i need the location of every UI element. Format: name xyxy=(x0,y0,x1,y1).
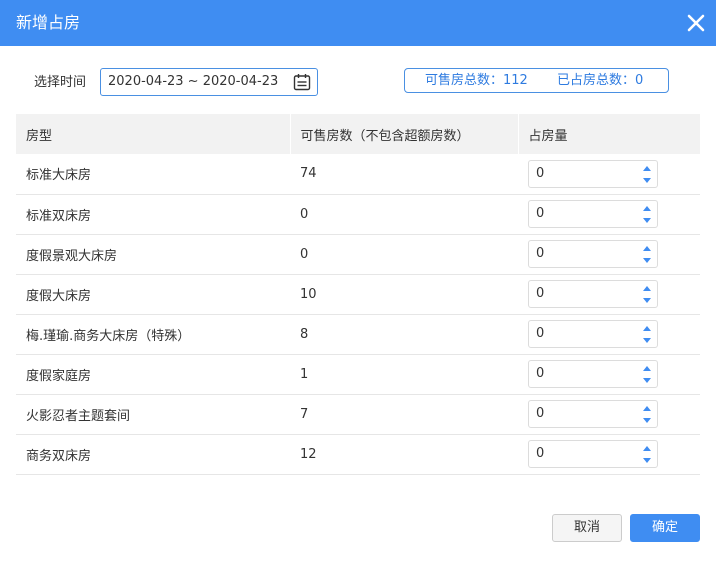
dialog-titlebar: 新增占房 xyxy=(0,0,716,46)
decrement-arrow-icon[interactable] xyxy=(642,255,652,265)
increment-arrow-icon[interactable] xyxy=(642,444,652,454)
dialog-body: 选择时间 2020-04-23 ~ 2020-04-23 可售房总数：112 已… xyxy=(0,46,716,569)
occupy-cell: 0 xyxy=(518,394,700,435)
occupy-cell: 0 xyxy=(518,434,700,475)
decrement-arrow-icon[interactable] xyxy=(642,295,652,305)
room-type-cell: 度假景观大床房 xyxy=(16,234,290,275)
available-total: 可售房总数：112 xyxy=(425,73,528,88)
occupy-stepper[interactable]: 0 xyxy=(528,240,658,268)
room-type-cell: 梅.瑾瑜.商务大床房（特殊） xyxy=(16,314,290,355)
occupy-value: 0 xyxy=(536,326,545,341)
header-occupy: 占房量 xyxy=(517,114,700,154)
available-cell: 74 xyxy=(290,154,518,195)
cancel-button[interactable]: 取消 xyxy=(552,514,622,542)
occupy-value: 0 xyxy=(536,246,545,261)
decrement-arrow-icon[interactable] xyxy=(642,415,652,425)
available-cell: 8 xyxy=(290,314,518,355)
occupy-cell: 0 xyxy=(518,194,700,235)
occupy-cell: 0 xyxy=(518,154,700,195)
decrement-arrow-icon[interactable] xyxy=(642,455,652,465)
table-row: 度假大床房 10 0 xyxy=(16,274,700,315)
occupy-value: 0 xyxy=(536,446,545,461)
decrement-arrow-icon[interactable] xyxy=(642,215,652,225)
occupy-cell: 0 xyxy=(518,354,700,395)
room-stats-box: 可售房总数：112 已占房总数：0 xyxy=(404,68,669,93)
room-type-cell: 商务双床房 xyxy=(16,434,290,475)
table-row: 标准大床房 74 0 xyxy=(16,154,700,195)
increment-arrow-icon[interactable] xyxy=(642,404,652,414)
available-cell: 0 xyxy=(290,234,518,275)
calendar-icon[interactable] xyxy=(293,73,311,91)
table-row: 度假景观大床房 0 0 xyxy=(16,234,700,275)
increment-arrow-icon[interactable] xyxy=(642,244,652,254)
occupy-cell: 0 xyxy=(518,314,700,355)
occupy-value: 0 xyxy=(536,165,545,181)
decrement-arrow-icon[interactable] xyxy=(642,375,652,385)
table-row: 标准双床房 0 0 xyxy=(16,194,700,235)
occupy-cell: 0 xyxy=(518,234,700,275)
available-cell: 0 xyxy=(290,194,518,235)
occupy-value: 0 xyxy=(536,286,545,301)
room-type-cell: 标准大床房 xyxy=(16,154,290,195)
occupy-stepper[interactable]: 0 xyxy=(528,200,658,228)
room-type-cell: 度假家庭房 xyxy=(16,354,290,395)
occupy-stepper[interactable]: 0 xyxy=(528,159,658,188)
decrement-arrow-icon[interactable] xyxy=(642,335,652,345)
table-row: 度假家庭房 1 0 xyxy=(16,354,700,395)
confirm-button[interactable]: 确定 xyxy=(630,514,700,542)
dialog-title: 新增占房 xyxy=(16,13,81,32)
occupy-stepper[interactable]: 0 xyxy=(528,280,658,308)
increment-arrow-icon[interactable] xyxy=(642,364,652,374)
room-type-cell: 火影忍者主题套间 xyxy=(16,394,290,435)
room-table: 房型 可售房数（不包含超额房数） 占房量 标准大床房 74 0 标准双床房 0 … xyxy=(16,114,700,475)
occupy-stepper[interactable]: 0 xyxy=(528,320,658,348)
available-cell: 7 xyxy=(290,394,518,435)
header-available: 可售房数（不包含超额房数） xyxy=(289,114,518,154)
increment-arrow-icon[interactable] xyxy=(642,324,652,334)
add-occupancy-dialog: 新增占房 选择时间 2020-04-23 ~ 2020-04-23 可售房总数：… xyxy=(0,0,716,569)
table-header-row: 房型 可售房数（不包含超额房数） 占房量 xyxy=(16,114,700,154)
occupy-stepper[interactable]: 0 xyxy=(528,400,658,428)
available-cell: 12 xyxy=(290,434,518,475)
table-row: 梅.瑾瑜.商务大床房（特殊） 8 0 xyxy=(16,314,700,355)
occupy-cell: 0 xyxy=(518,274,700,315)
room-type-cell: 标准双床房 xyxy=(16,194,290,235)
occupy-value: 0 xyxy=(536,406,545,421)
occupy-value: 0 xyxy=(536,206,545,221)
date-range-value: 2020-04-23 ~ 2020-04-23 xyxy=(108,74,279,89)
available-cell: 1 xyxy=(290,354,518,395)
header-room-type: 房型 xyxy=(16,114,290,154)
occupy-value: 0 xyxy=(536,366,545,381)
occupied-total: 已占房总数：0 xyxy=(557,73,644,88)
available-cell: 10 xyxy=(290,274,518,315)
increment-arrow-icon[interactable] xyxy=(642,204,652,214)
close-icon[interactable] xyxy=(686,13,706,33)
room-type-cell: 度假大床房 xyxy=(16,274,290,315)
increment-arrow-icon[interactable] xyxy=(642,284,652,294)
date-label: 选择时间 xyxy=(34,75,87,90)
table-row: 商务双床房 12 0 xyxy=(16,434,700,475)
date-range-input[interactable]: 2020-04-23 ~ 2020-04-23 xyxy=(100,68,318,96)
increment-arrow-icon[interactable] xyxy=(642,164,652,174)
table-row: 火影忍者主题套间 7 0 xyxy=(16,394,700,435)
occupy-stepper[interactable]: 0 xyxy=(528,360,658,388)
occupy-stepper[interactable]: 0 xyxy=(528,440,658,468)
decrement-arrow-icon[interactable] xyxy=(642,175,652,185)
